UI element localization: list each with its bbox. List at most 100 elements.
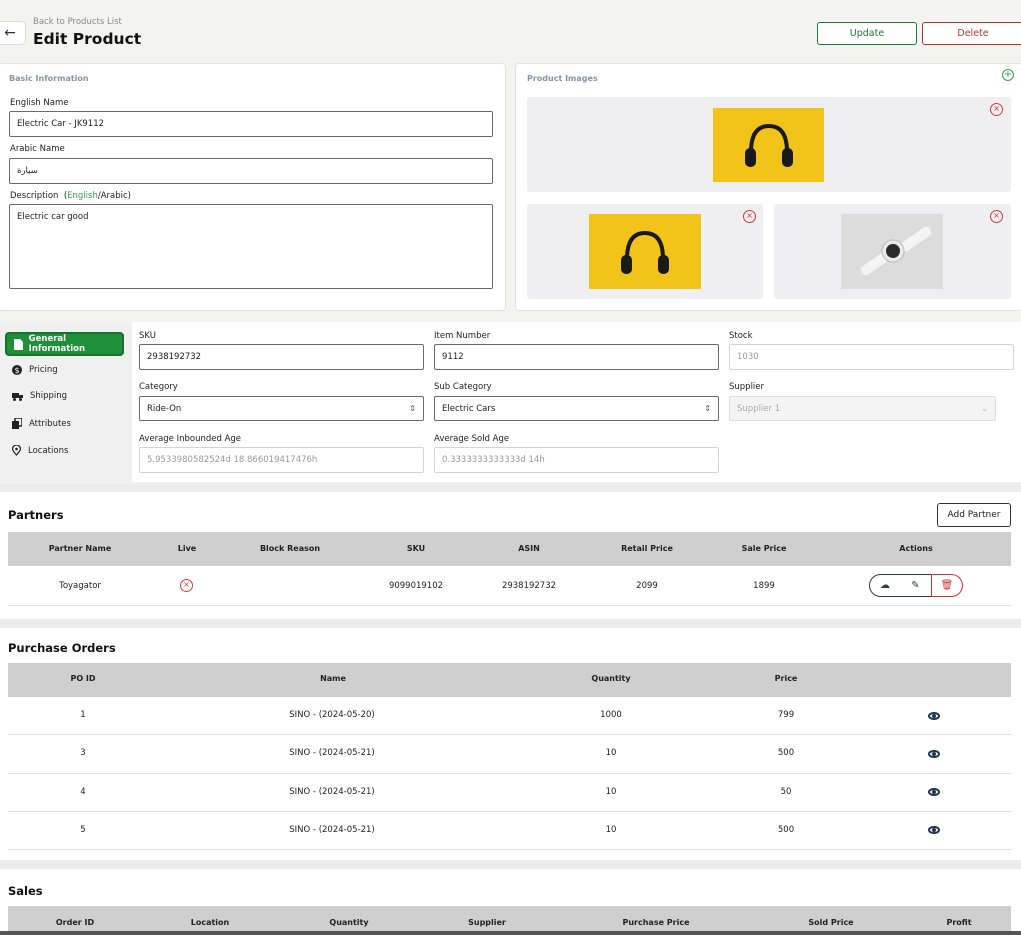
remove-image-icon[interactable]: × xyxy=(990,210,1003,223)
partner-sku-cell: 9099019102 xyxy=(388,581,444,591)
avg-sold-value: 0.3333333333333d 14h xyxy=(442,455,545,465)
trash-icon[interactable]: 🗑 xyxy=(931,574,963,597)
eye-icon[interactable] xyxy=(928,788,940,796)
col-profit: Profit xyxy=(946,918,972,927)
col-sku: SKU xyxy=(406,544,426,553)
chevron-down-icon: ⌄ xyxy=(981,404,988,413)
stock-input[interactable]: 1030 xyxy=(729,344,1014,370)
description-label: Description xyxy=(10,191,59,201)
col-po-id: PO ID xyxy=(70,674,96,683)
lang-arabic-toggle[interactable]: /Arabic) xyxy=(98,191,131,201)
table-row xyxy=(8,812,1011,850)
nav-attributes[interactable]: Attributes xyxy=(12,418,71,429)
remove-image-icon[interactable]: × xyxy=(743,210,756,223)
avg-sold-input[interactable]: 0.3333333333333d 14h xyxy=(434,447,719,473)
col-block-reason: Block Reason xyxy=(259,544,321,553)
po-price-cell: 500 xyxy=(777,825,795,835)
arabic-name-label: Arabic Name xyxy=(10,144,65,154)
delete-button[interactable]: Delete xyxy=(922,22,1021,45)
nav-label: Pricing xyxy=(29,365,58,375)
remove-image-icon[interactable]: × xyxy=(990,103,1003,116)
sku-label: SKU xyxy=(139,331,156,341)
col-sold-price: Sold Price xyxy=(808,918,854,927)
category-select[interactable]: Ride-On ⇕ xyxy=(139,396,424,421)
dollar-icon: $ xyxy=(12,365,22,375)
partner-name-cell: Toyagator xyxy=(59,581,101,591)
section-divider xyxy=(0,860,1021,869)
supplier-label: Supplier xyxy=(729,382,765,392)
col-location: Location xyxy=(190,918,230,927)
headphones-image xyxy=(589,214,701,289)
po-id-cell: 5 xyxy=(80,825,86,835)
arrow-left-icon: ← xyxy=(4,25,16,41)
po-qty-cell: 10 xyxy=(605,825,617,835)
svg-text:$: $ xyxy=(14,366,19,375)
avg-sold-label: Average Sold Age xyxy=(434,434,510,444)
eye-icon[interactable] xyxy=(928,750,940,758)
product-images-title: Product Images xyxy=(527,74,598,83)
col-price: Price xyxy=(774,674,798,683)
lang-english-toggle[interactable]: English xyxy=(67,191,98,201)
category-label: Category xyxy=(139,382,178,392)
po-qty-cell: 10 xyxy=(605,787,617,797)
back-to-list-link[interactable]: Back to Products List xyxy=(33,17,122,27)
horizontal-scrollbar[interactable] xyxy=(0,931,1021,935)
eye-icon[interactable] xyxy=(928,712,940,720)
sub-category-label: Sub Category xyxy=(434,382,492,392)
document-icon xyxy=(14,338,23,350)
sub-category-select[interactable]: Electric Cars ⇕ xyxy=(434,396,719,421)
item-number-label: Item Number xyxy=(434,331,491,341)
sales-title: Sales xyxy=(8,884,43,898)
item-number-input[interactable]: 9112 xyxy=(434,344,719,370)
sku-input[interactable]: 2938192732 xyxy=(139,344,424,370)
edit-pencil-icon[interactable]: ✎ xyxy=(900,574,932,597)
arabic-name-input[interactable]: سيارة xyxy=(9,158,493,184)
category-value: Ride-On xyxy=(147,403,182,414)
english-name-label: English Name xyxy=(10,98,69,108)
nav-locations[interactable]: Locations xyxy=(12,445,68,456)
supplier-select[interactable]: Supplier 1 ⌄ xyxy=(729,396,996,421)
purchase-orders-title: Purchase Orders xyxy=(8,641,116,655)
upload-cloud-icon[interactable]: ☁ xyxy=(869,574,901,597)
table-row xyxy=(8,697,1011,735)
nav-pricing[interactable]: $ Pricing xyxy=(12,365,58,375)
nav-shipping[interactable]: Shipping xyxy=(12,391,67,401)
po-name-cell: SINO - (2024-05-21) xyxy=(289,825,375,835)
col-retail-price: Retail Price xyxy=(621,544,673,553)
description-textarea[interactable]: Electric car good xyxy=(9,204,493,289)
po-price-cell: 799 xyxy=(777,710,795,720)
back-button[interactable]: ← xyxy=(0,21,26,45)
nav-label: Shipping xyxy=(30,391,68,401)
avg-inbound-label: Average Inbounded Age xyxy=(139,434,242,444)
select-updown-icon: ⇕ xyxy=(704,404,711,413)
retail-price-cell: 2099 xyxy=(636,581,658,591)
nav-label: Attributes xyxy=(29,418,71,429)
add-partner-button[interactable]: Add Partner xyxy=(937,503,1011,527)
select-updown-icon: ⇕ xyxy=(409,404,416,413)
po-table-header xyxy=(8,663,1011,697)
col-live: Live xyxy=(177,544,197,553)
col-quantity: Quantity xyxy=(591,674,631,683)
update-button[interactable]: Update xyxy=(817,22,917,45)
item-number-value: 9112 xyxy=(442,352,464,362)
stock-value: 1030 xyxy=(737,352,759,362)
copy-icon xyxy=(12,418,22,429)
supplier-value: Supplier 1 xyxy=(737,403,781,414)
add-image-icon[interactable]: + xyxy=(1002,69,1014,81)
smartwatch-image xyxy=(841,214,943,289)
pin-icon xyxy=(12,445,21,456)
eye-icon[interactable] xyxy=(928,826,940,834)
po-price-cell: 50 xyxy=(780,787,792,797)
po-qty-cell: 10 xyxy=(605,748,617,758)
table-row xyxy=(8,735,1011,774)
col-name: Name xyxy=(320,674,346,683)
nav-label: Locations xyxy=(28,445,69,456)
col-sale-price: Sale Price xyxy=(741,544,787,553)
english-name-input[interactable]: Electric Car - JK9112 xyxy=(9,111,493,137)
page-title: Edit Product xyxy=(33,30,142,48)
nav-general-information[interactable]: General Information xyxy=(5,332,124,356)
avg-inbound-input[interactable]: 5.9533980582524d 18.866019417476h xyxy=(139,447,424,473)
po-id-cell: 4 xyxy=(80,787,86,797)
col-actions: Actions xyxy=(899,544,933,553)
table-row xyxy=(8,774,1011,812)
